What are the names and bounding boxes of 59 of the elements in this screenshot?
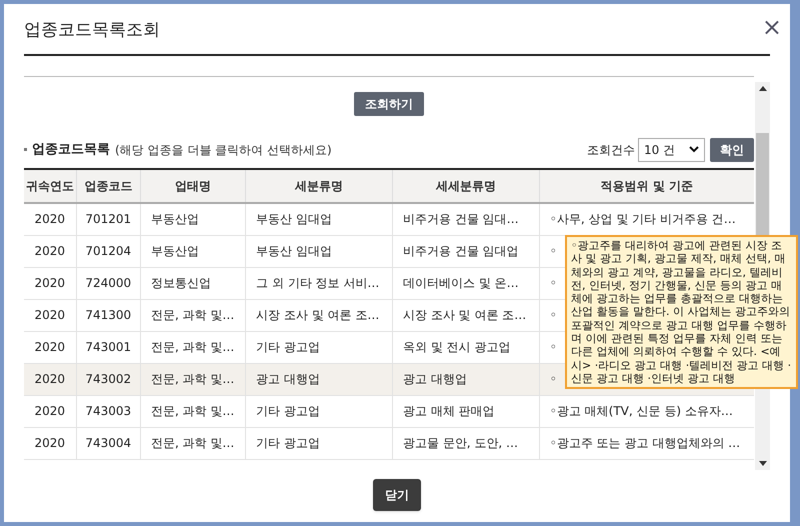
table-cell-text: 전문, 과학 및…: [150, 307, 234, 324]
column-header: 업태명: [175, 178, 212, 194]
table-cell-text: 비주거용 건물 임대…: [402, 211, 519, 228]
table-cell-text: 옥외 및 전시 광고업: [402, 339, 510, 356]
table-cell-text: 데이터베이스 및 온…: [402, 275, 519, 292]
column-header: 업종코드: [84, 178, 132, 194]
table-cell-text: 724000: [85, 275, 132, 292]
table-cell-text: 부동산 임대업: [256, 211, 332, 228]
table-cell-text: 비주거용 건물 임대업: [402, 243, 519, 260]
table-cell-text: ◦: [550, 243, 557, 260]
table-cell-text: 광고물 문안, 도안, …: [402, 435, 518, 452]
table-cell-text: 2020: [34, 243, 66, 260]
table-cell-text: 광고 대행업: [402, 371, 467, 388]
table-cell-text: 전문, 과학 및…: [150, 371, 234, 388]
table-cell-text: ◦광고 매체(TV, 신문 등) 소유자…: [550, 403, 733, 420]
count-label: 조회건수: [587, 142, 635, 158]
table-cell-text: ◦: [550, 339, 557, 356]
column-header: 세분류명: [295, 178, 344, 194]
table-cell-text: ◦: [550, 275, 557, 292]
table-cell-text: 전문, 과학 및…: [150, 435, 234, 452]
table-cell-text: 2020: [34, 371, 66, 388]
table-cell-text: ◦사무, 상업 및 기타 비거주용 건…: [550, 211, 736, 228]
section-hint: (해당 업종을 더블 클릭하여 선택하세요): [115, 142, 332, 158]
table-cell-text: 743003: [85, 403, 132, 420]
table-cell-text: 743001: [85, 339, 132, 356]
table-cell-text: 시장 조사 및 여론 조…: [256, 307, 380, 324]
table-cell-text: ◦광고주 또는 광고 대행업체와의 …: [550, 435, 740, 452]
column-header: 귀속연도: [26, 178, 74, 194]
table-cell-text: 부동산 임대업: [256, 243, 332, 260]
table-cell-text: 701204: [85, 243, 132, 260]
table-cell-text: 2020: [34, 403, 66, 420]
table-cell-text: 2020: [34, 435, 66, 452]
table-cell-text: ◦: [550, 307, 557, 324]
table-cell-text: 기타 광고업: [256, 403, 320, 420]
table-cell-text: 기타 광고업: [256, 339, 320, 356]
dialog-title: 업종코드목록조회: [24, 19, 160, 42]
table-cell-text: 2020: [34, 307, 66, 324]
table-cell-text: 시장 조사 및 여론 조…: [402, 307, 526, 324]
table-cell-text: 743004: [85, 435, 132, 452]
table-cell-text: 부동산업: [150, 243, 199, 260]
table-cell-text: 정보통신업: [150, 275, 211, 292]
table-cell-text: 743002: [85, 371, 132, 388]
table-cell-text: 광고 매체 판매업: [402, 403, 495, 420]
table-cell-text: 2020: [34, 211, 66, 228]
table-cell-text: 전문, 과학 및…: [150, 403, 234, 420]
table-cell-text: 701201: [85, 211, 132, 228]
column-header: 적용범위 및 기준: [600, 178, 694, 194]
table-cell-text: 그 외 기타 정보 서비…: [256, 275, 380, 292]
table-cell-text: 전문, 과학 및…: [150, 339, 234, 356]
table-cell-text: 광고 대행업: [256, 371, 320, 388]
table-cell-text: 741300: [85, 307, 132, 324]
table-cell-text: 2020: [34, 339, 66, 356]
table-cell-text: 2020: [34, 275, 66, 292]
tooltip: ◦광고주를 대리하여 광고에 관련된 시장 조사 및 광고 기획, 광고물 제작, 매체 선택, 매체와의 광고 계약, 광고물을 라디오, 텔레비전, 인터넷, 정기 간행물, 신문 등의 광고 매체에 광고하는 업무를 총괄적으로 대행하는 산업 활동을 말한다. 이 사업체는 광고주와의 포괄적인 계약으로 광고 대행 업무를 수행하며 이에 관련된 특정 업무를 자체 인력 또는 다른 업체에 의뢰하여 수행할 수 있다. <예 시> ·라디오 광고 대행 ·텔레비전 광고 대행 ·신문 광고 대행 ·인터넷 광고 대행: [565, 235, 798, 390]
table-cell-text: ◦: [550, 371, 557, 388]
table-cell-text: 부동산업: [150, 211, 199, 228]
table-cell-text: 기타 광고업: [256, 435, 320, 452]
column-header: 세세분류명: [436, 178, 496, 194]
section-title: 업종코드목록: [32, 140, 110, 159]
